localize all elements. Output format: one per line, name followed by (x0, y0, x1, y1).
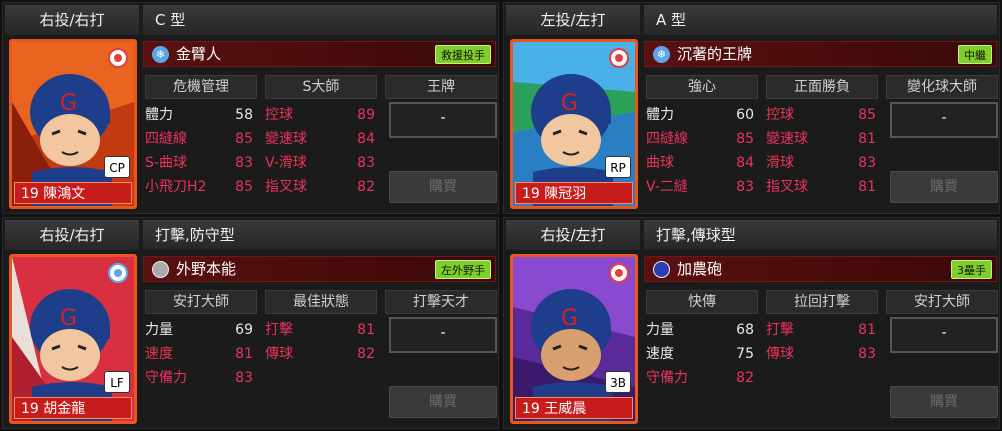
ability-3: 打擊天才 (385, 290, 497, 314)
type-label: 打擊,防守型 (143, 220, 496, 250)
ability-2: 拉回打擊 (766, 290, 878, 314)
ability-2: 最佳狀態 (265, 290, 377, 314)
ability-3: 變化球大師 (886, 75, 998, 99)
position-label: LF (104, 371, 130, 393)
player-portrait[interactable]: G CP 19 陳鴻文 (9, 39, 137, 209)
blue-ball-icon (653, 261, 670, 278)
svg-text:G: G (561, 91, 578, 116)
special-skill-bar: 外野本能 左外野手 (143, 256, 496, 282)
rarity-badge-icon (108, 48, 128, 68)
skill-name: 外野本能 (176, 260, 237, 278)
player-card-1[interactable]: 右投/右打 C 型 G CP 19 陳鴻文 ❄ 金臂人 救援投手 危機管理 S大… (2, 2, 499, 214)
snowflake-icon: ❄ (152, 46, 169, 63)
rarity-badge-icon (108, 263, 128, 283)
type-label: 打擊,傳球型 (644, 220, 997, 250)
rarity-badge-icon (609, 263, 629, 283)
position-label: 3B (605, 371, 631, 393)
special-skill-bar: 加農砲 3壘手 (644, 256, 997, 282)
buy-button[interactable]: 購買 (890, 171, 998, 203)
equip-slot[interactable]: - (389, 317, 497, 353)
svg-text:G: G (60, 91, 77, 116)
role-badge: 救援投手 (435, 45, 491, 64)
buy-button[interactable]: 購買 (389, 171, 497, 203)
player-card-2[interactable]: 左投/左打 A 型 G RP 19 陳冠羽 ❄ 沉著的王牌 中繼 強心 正面勝負… (503, 2, 1000, 214)
player-portrait[interactable]: G LF 19 胡金龍 (9, 254, 137, 424)
snowflake-icon: ❄ (653, 46, 670, 63)
player-card-3[interactable]: 右投/右打 打擊,防守型 G LF 19 胡金龍 外野本能 左外野手 安打大師 … (2, 217, 499, 429)
player-name: 19 胡金龍 (14, 397, 132, 419)
equip-slot[interactable]: - (890, 317, 998, 353)
skill-name: 加農砲 (677, 260, 723, 278)
ability-3: 王牌 (385, 75, 497, 99)
ability-1: 安打大師 (145, 290, 257, 314)
hand-label: 右投/右打 (5, 220, 139, 250)
position-label: RP (605, 156, 631, 178)
hand-label: 左投/左打 (506, 5, 640, 35)
buy-button[interactable]: 購買 (389, 386, 497, 418)
rarity-badge-icon (609, 48, 629, 68)
special-skill-bar: ❄ 沉著的王牌 中繼 (644, 41, 997, 67)
hand-label: 右投/右打 (5, 5, 139, 35)
type-label: C 型 (143, 5, 496, 35)
role-badge: 中繼 (958, 45, 992, 64)
role-badge: 左外野手 (435, 260, 491, 279)
hand-label: 右投/左打 (506, 220, 640, 250)
svg-text:G: G (561, 306, 578, 331)
silver-ball-icon (152, 261, 169, 278)
player-name: 19 陳鴻文 (14, 182, 132, 204)
player-portrait[interactable]: G 3B 19 王威晨 (510, 254, 638, 424)
ability-1: 危機管理 (145, 75, 257, 99)
position-label: CP (104, 156, 130, 178)
role-badge: 3壘手 (951, 260, 992, 279)
equip-slot[interactable]: - (890, 102, 998, 138)
player-portrait[interactable]: G RP 19 陳冠羽 (510, 39, 638, 209)
ability-2: 正面勝負 (766, 75, 878, 99)
type-label: A 型 (644, 5, 997, 35)
svg-text:G: G (60, 306, 77, 331)
skill-name: 沉著的王牌 (677, 45, 753, 63)
ability-2: S大師 (265, 75, 377, 99)
player-name: 19 陳冠羽 (515, 182, 633, 204)
ability-1: 強心 (646, 75, 758, 99)
skill-name: 金臂人 (176, 45, 222, 63)
player-card-4[interactable]: 右投/左打 打擊,傳球型 G 3B 19 王威晨 加農砲 3壘手 快傳 拉回打擊… (503, 217, 1000, 429)
equip-slot[interactable]: - (389, 102, 497, 138)
buy-button[interactable]: 購買 (890, 386, 998, 418)
player-name: 19 王威晨 (515, 397, 633, 419)
special-skill-bar: ❄ 金臂人 救援投手 (143, 41, 496, 67)
ability-3: 安打大師 (886, 290, 998, 314)
ability-1: 快傳 (646, 290, 758, 314)
